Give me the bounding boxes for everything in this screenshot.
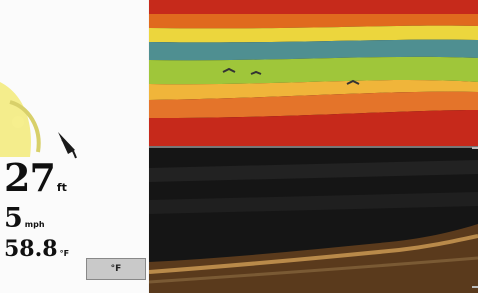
temperature-box-label: °F [110, 264, 122, 274]
sonar-view [149, 0, 478, 293]
temperature-value: 58.8 [4, 236, 58, 262]
temperature-unit: °F [59, 249, 70, 258]
edge-tick-upper [472, 147, 478, 149]
depth-readout: 27 ft [4, 155, 67, 200]
sonar-screen: 27 ft 5 mph 58.8 °F °F [0, 0, 478, 293]
sonar-graphic [149, 0, 478, 293]
speed-value: 5 [4, 203, 23, 234]
depth-unit: ft [56, 181, 67, 194]
readout-panel: 27 ft 5 mph 58.8 °F °F [0, 0, 148, 293]
speed-readout: 5 mph [4, 203, 45, 234]
depth-value: 27 [4, 155, 56, 200]
temperature-indicator-box: °F [86, 258, 146, 280]
edge-tick-lower [472, 286, 478, 288]
zoom-divider [149, 146, 478, 148]
speed-unit: mph [24, 220, 45, 229]
green-band [149, 56, 478, 85]
temperature-readout: 58.8 °F [4, 236, 69, 262]
surface-band [149, 0, 478, 14]
